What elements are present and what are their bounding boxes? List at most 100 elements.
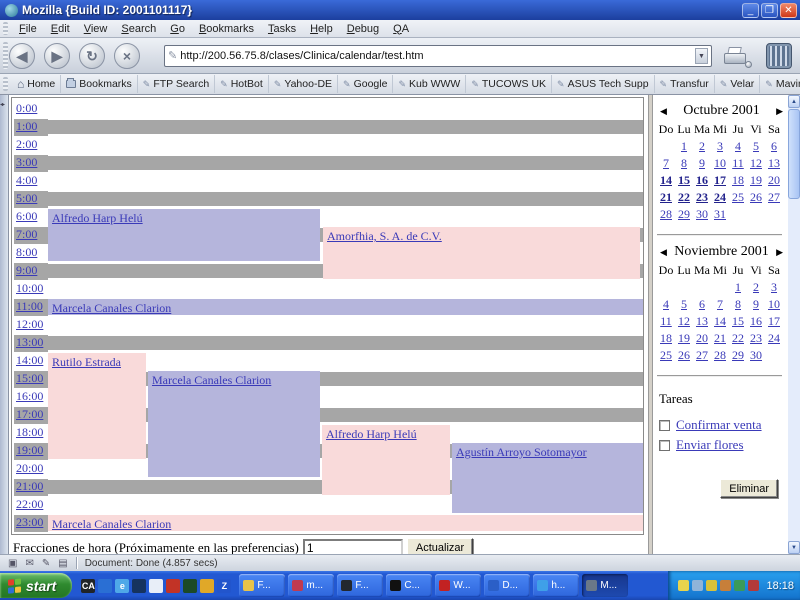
date-link-9[interactable]: 9 xyxy=(753,297,759,311)
date-link-3[interactable]: 3 xyxy=(771,280,777,294)
date-link-12[interactable]: 12 xyxy=(750,156,762,170)
bookmark-item-ftp-search[interactable]: ✎FTP Search xyxy=(138,75,215,93)
hour-link-7-00[interactable]: 7:00 xyxy=(14,227,37,241)
task-checkbox[interactable] xyxy=(659,440,670,451)
date-link-5[interactable]: 5 xyxy=(753,139,759,153)
sidebar-splitter[interactable] xyxy=(0,95,9,554)
date-link-12[interactable]: 12 xyxy=(678,314,690,328)
menu-item-view[interactable]: View xyxy=(77,21,115,37)
date-link-4[interactable]: 4 xyxy=(735,139,741,153)
date-link-7[interactable]: 7 xyxy=(663,156,669,170)
date-link-26[interactable]: 26 xyxy=(750,190,762,204)
date-link-15[interactable]: 15 xyxy=(678,173,690,187)
date-link-8[interactable]: 8 xyxy=(681,156,687,170)
date-link-6[interactable]: 6 xyxy=(699,297,705,311)
date-link-31[interactable]: 31 xyxy=(714,207,726,221)
date-link-13[interactable]: 13 xyxy=(696,314,708,328)
z-app-icon[interactable]: Z xyxy=(217,579,231,593)
menu-item-go[interactable]: Go xyxy=(163,21,192,37)
date-link-28[interactable]: 28 xyxy=(714,348,726,362)
date-link-23[interactable]: 23 xyxy=(696,190,708,204)
date-link-24[interactable]: 24 xyxy=(768,331,780,345)
appointment-link[interactable]: Agustín Arroyo Sotomayor xyxy=(452,444,587,460)
task-link[interactable]: Confirmar venta xyxy=(676,417,762,433)
bookmark-item-mavir[interactable]: ✎Mavir xyxy=(760,75,800,93)
ca-app-icon[interactable]: CA xyxy=(81,579,95,593)
taskbar-window-button[interactable]: h... xyxy=(533,574,579,597)
hour-link-22-00[interactable]: 22:00 xyxy=(14,497,43,511)
bookmark-item-hotbot[interactable]: ✎HotBot xyxy=(215,75,269,93)
toolbar-grippy[interactable] xyxy=(3,42,8,69)
bookmark-item-home[interactable]: ⌂Home xyxy=(12,75,61,93)
appointment-block[interactable]: Alfredo Harp Helú xyxy=(48,209,320,261)
date-link-21[interactable]: 21 xyxy=(714,331,726,345)
date-link-19[interactable]: 19 xyxy=(678,331,690,345)
green-app-icon[interactable] xyxy=(183,579,197,593)
menu-item-bookmarks[interactable]: Bookmarks xyxy=(192,21,261,37)
appointment-block[interactable]: Agustín Arroyo Sotomayor xyxy=(452,443,643,513)
bookmark-item-kub-www[interactable]: ✎Kub WWW xyxy=(393,75,466,93)
date-link-20[interactable]: 20 xyxy=(696,331,708,345)
date-link-7[interactable]: 7 xyxy=(717,297,723,311)
appointment-link[interactable]: Marcela Canales Clarion xyxy=(148,372,271,388)
task-link[interactable]: Enviar flores xyxy=(676,437,744,453)
date-link-16[interactable]: 16 xyxy=(750,314,762,328)
date-link-14[interactable]: 14 xyxy=(714,314,726,328)
date-link-3[interactable]: 3 xyxy=(717,139,723,153)
date-link-17[interactable]: 17 xyxy=(768,314,780,328)
scrollbar-thumb[interactable] xyxy=(788,109,800,199)
red-app-icon[interactable] xyxy=(166,579,180,593)
addressbook-icon[interactable]: ▤ xyxy=(58,558,67,569)
hour-link-0-00[interactable]: 0:00 xyxy=(14,101,37,115)
taskbar-window-button[interactable]: D... xyxy=(484,574,530,597)
appointment-block[interactable]: Marcela Canales Clarion xyxy=(148,371,320,477)
maximize-button[interactable]: ❐ xyxy=(761,3,778,18)
hour-link-20-00[interactable]: 20:00 xyxy=(14,461,43,475)
menu-item-help[interactable]: Help xyxy=(303,21,340,37)
date-link-30[interactable]: 30 xyxy=(750,348,762,362)
appointment-block[interactable]: Amorfhia, S. A. de C.V. xyxy=(323,227,640,279)
prev-month-icon[interactable]: ◀ xyxy=(657,106,670,117)
mozilla-throbber-logo[interactable] xyxy=(766,43,792,69)
bookmark-item-google[interactable]: ✎Google xyxy=(338,75,393,93)
date-link-16[interactable]: 16 xyxy=(696,173,708,187)
taskbar-window-button[interactable]: W... xyxy=(435,574,481,597)
bookmark-item-transfur[interactable]: ✎Transfur xyxy=(655,75,715,93)
eliminar-button[interactable]: Eliminar xyxy=(720,479,778,498)
task-checkbox[interactable] xyxy=(659,420,670,431)
media-app-icon[interactable] xyxy=(200,579,214,593)
menu-item-search[interactable]: Search xyxy=(114,21,163,37)
taskbar-window-button[interactable]: M... xyxy=(582,574,628,597)
stop-button[interactable]: × xyxy=(114,43,140,69)
date-link-11[interactable]: 11 xyxy=(660,314,672,328)
next-month-icon[interactable]: ▶ xyxy=(773,106,786,117)
hour-link-18-00[interactable]: 18:00 xyxy=(14,425,43,439)
menu-item-file[interactable]: File xyxy=(12,21,44,37)
appointment-block[interactable]: Rutilo Estrada xyxy=(48,353,146,459)
date-link-2[interactable]: 2 xyxy=(753,280,759,294)
bookmark-item-asus-tech-supp[interactable]: ✎ASUS Tech Supp xyxy=(552,75,655,93)
date-link-29[interactable]: 29 xyxy=(732,348,744,362)
tray-av-icon[interactable] xyxy=(734,580,745,591)
date-link-27[interactable]: 27 xyxy=(696,348,708,362)
navy-app-icon[interactable] xyxy=(132,579,146,593)
hour-link-17-00[interactable]: 17:00 xyxy=(14,407,43,421)
taskbar-window-button[interactable]: C... xyxy=(386,574,432,597)
hour-link-15-00[interactable]: 15:00 xyxy=(14,371,43,385)
minimize-button[interactable]: _ xyxy=(742,3,759,18)
date-link-10[interactable]: 10 xyxy=(768,297,780,311)
date-link-5[interactable]: 5 xyxy=(681,297,687,311)
date-link-29[interactable]: 29 xyxy=(678,207,690,221)
print-button[interactable] xyxy=(722,44,752,68)
hour-link-21-00[interactable]: 21:00 xyxy=(14,479,43,493)
hour-link-3-00[interactable]: 3:00 xyxy=(14,155,37,169)
date-link-18[interactable]: 18 xyxy=(660,331,672,345)
hour-link-6-00[interactable]: 6:00 xyxy=(14,209,37,223)
date-link-20[interactable]: 20 xyxy=(768,173,780,187)
appointment-link[interactable]: Alfredo Harp Helú xyxy=(48,210,143,226)
globe-icon[interactable] xyxy=(98,579,112,593)
date-link-6[interactable]: 6 xyxy=(771,139,777,153)
hour-link-16-00[interactable]: 16:00 xyxy=(14,389,43,403)
scroll-down-icon[interactable]: ▼ xyxy=(788,541,800,554)
date-link-18[interactable]: 18 xyxy=(732,173,744,187)
